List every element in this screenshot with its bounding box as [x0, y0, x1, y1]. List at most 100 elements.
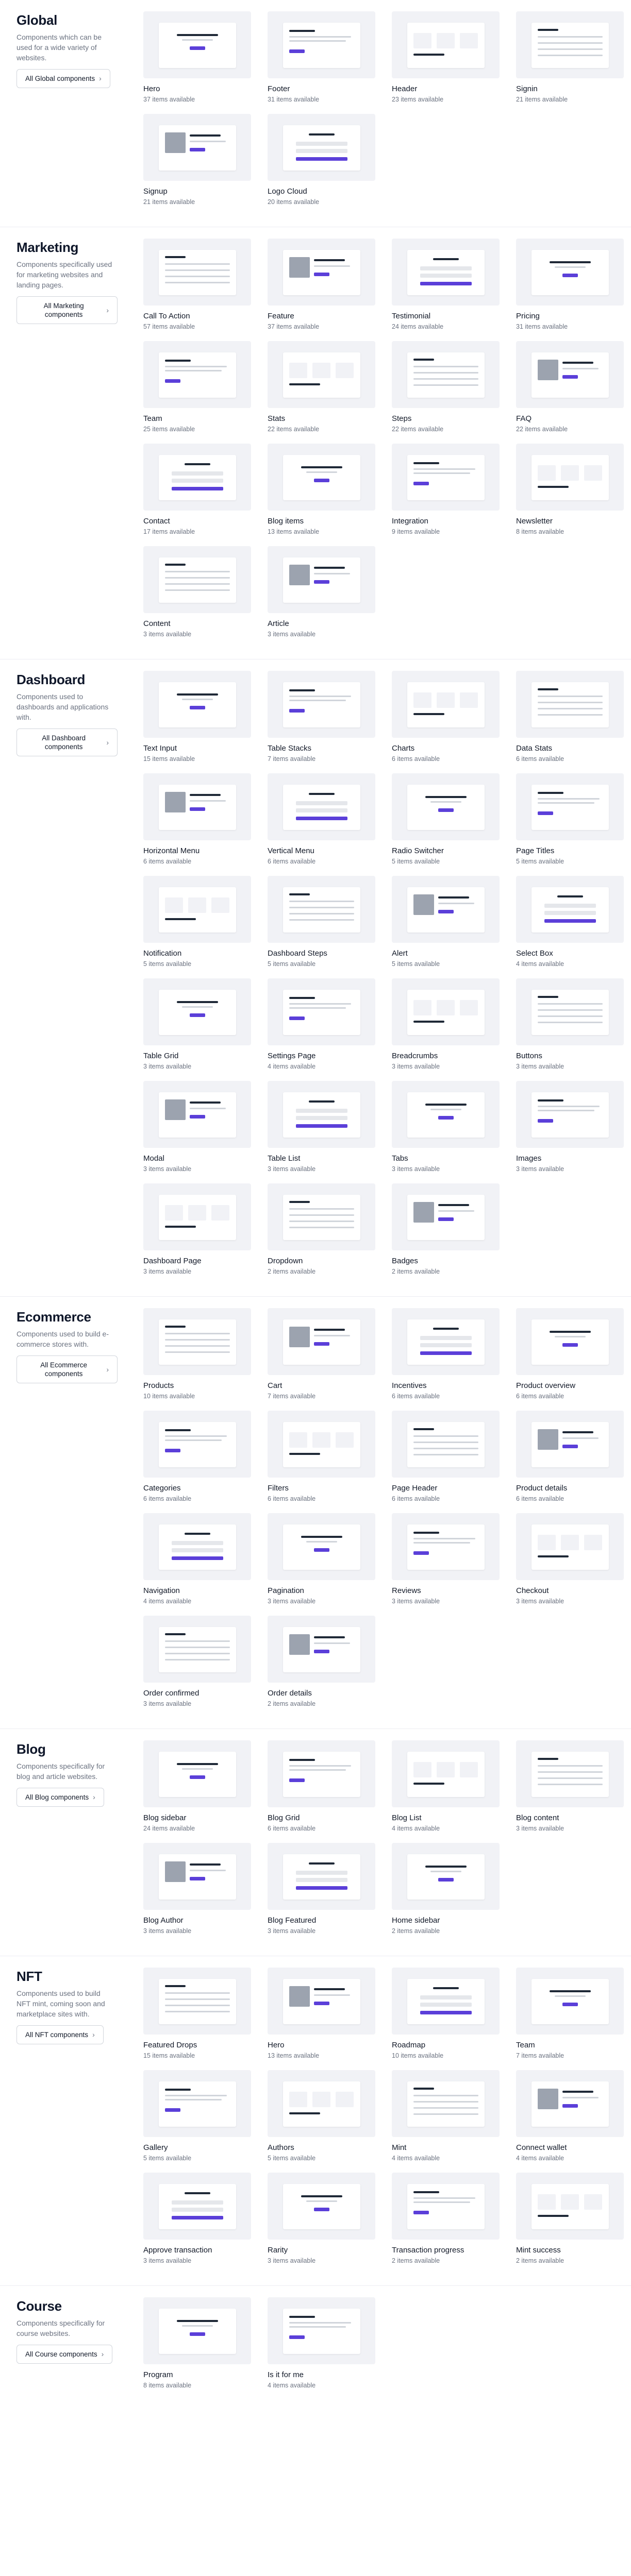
component-card-reviews[interactable]: Reviews 3 items available	[392, 1513, 500, 1605]
component-card-badges[interactable]: Badges 2 items available	[392, 1183, 500, 1276]
component-card-feature[interactable]: Feature 37 items available	[268, 239, 375, 331]
preview-line	[562, 368, 599, 369]
component-card-alert[interactable]: Alert 5 items available	[392, 876, 500, 968]
preview-window	[159, 1422, 236, 1467]
component-card-dashboard-steps[interactable]: Dashboard Steps 5 items available	[268, 876, 375, 968]
preview-primary-button	[190, 2332, 205, 2336]
component-card-tabs[interactable]: Tabs 3 items available	[392, 1081, 500, 1173]
component-card-contact[interactable]: Contact 17 items available	[143, 444, 251, 536]
component-card-authors[interactable]: Authors 5 items available	[268, 2070, 375, 2162]
component-card-blog-grid[interactable]: Blog Grid 6 items available	[268, 1740, 375, 1833]
component-card-table-stacks[interactable]: Table Stacks 7 items available	[268, 671, 375, 763]
component-card-order-details[interactable]: Order details 2 items available	[268, 1616, 375, 1708]
component-card-signup[interactable]: Signup 21 items available	[143, 114, 251, 206]
all-marketing-components-button[interactable]: All Marketing components ›	[16, 296, 118, 324]
component-card-is-it-for-me[interactable]: Is it for me 4 items available	[268, 2297, 375, 2389]
component-card-blog-author[interactable]: Blog Author 3 items available	[143, 1843, 251, 1935]
component-card-radio-switcher[interactable]: Radio Switcher 5 items available	[392, 773, 500, 866]
component-card-blog-list[interactable]: Blog List 4 items available	[392, 1740, 500, 1833]
component-card-logo-cloud[interactable]: Logo Cloud 20 items available	[268, 114, 375, 206]
component-card-notification[interactable]: Notification 5 items available	[143, 876, 251, 968]
component-card-product-overview[interactable]: Product overview 6 items available	[516, 1308, 624, 1400]
component-card-newsletter[interactable]: Newsletter 8 items available	[516, 444, 624, 536]
preview-heading	[309, 133, 335, 135]
component-card-data-stats[interactable]: Data Stats 6 items available	[516, 671, 624, 763]
component-card-hero[interactable]: Hero 37 items available	[143, 11, 251, 104]
component-card-content[interactable]: Content 3 items available	[143, 546, 251, 638]
component-card-blog-content[interactable]: Blog content 3 items available	[516, 1740, 624, 1833]
all-global-components-button[interactable]: All Global components ›	[16, 69, 110, 88]
component-count: 3 items available	[392, 1598, 440, 1605]
component-card-pagination[interactable]: Pagination 3 items available	[268, 1513, 375, 1605]
component-card-page-titles[interactable]: Page Titles 5 items available	[516, 773, 624, 866]
preview-primary-button	[562, 274, 578, 277]
component-card-featured-drops[interactable]: Featured Drops 15 items available	[143, 1968, 251, 2060]
component-card-article[interactable]: Article 3 items available	[268, 546, 375, 638]
component-card-gallery[interactable]: Gallery 5 items available	[143, 2070, 251, 2162]
component-card-blog-sidebar[interactable]: Blog sidebar 24 items available	[143, 1740, 251, 1833]
component-count: 7 items available	[268, 1393, 316, 1400]
preview-heading	[177, 1763, 218, 1765]
preview-window	[159, 1319, 236, 1365]
component-card-testimonial[interactable]: Testimonial 24 items available	[392, 239, 500, 331]
component-card-dashboard-page[interactable]: Dashboard Page 3 items available	[143, 1183, 251, 1276]
component-card-charts[interactable]: Charts 6 items available	[392, 671, 500, 763]
all-course-components-button[interactable]: All Course components ›	[16, 2345, 113, 2364]
component-card-checkout[interactable]: Checkout 3 items available	[516, 1513, 624, 1605]
component-card-roadmap[interactable]: Roadmap 10 items available	[392, 1968, 500, 2060]
component-card-mint[interactable]: Mint 4 items available	[392, 2070, 500, 2162]
component-card-team[interactable]: Team 25 items available	[143, 341, 251, 433]
component-card-text-input[interactable]: Text Input 15 items available	[143, 671, 251, 763]
component-card-navigation[interactable]: Navigation 4 items available	[143, 1513, 251, 1605]
component-card-team[interactable]: Team 7 items available	[516, 1968, 624, 2060]
all-dashboard-components-button[interactable]: All Dashboard components ›	[16, 728, 118, 756]
preview-heading	[425, 796, 467, 798]
component-card-call-to-action[interactable]: Call To Action 57 items available	[143, 239, 251, 331]
component-card-rarity[interactable]: Rarity 3 items available	[268, 2173, 375, 2265]
component-card-integration[interactable]: Integration 9 items available	[392, 444, 500, 536]
component-card-connect-wallet[interactable]: Connect wallet 4 items available	[516, 2070, 624, 2162]
component-thumbnail	[268, 978, 375, 1045]
component-card-approve-transaction[interactable]: Approve transaction 3 items available	[143, 2173, 251, 2265]
component-card-settings-page[interactable]: Settings Page 4 items available	[268, 978, 375, 1071]
component-card-home-sidebar[interactable]: Home sidebar 2 items available	[392, 1843, 500, 1935]
component-card-header[interactable]: Header 23 items available	[392, 11, 500, 104]
component-card-stats[interactable]: Stats 22 items available	[268, 341, 375, 433]
preview-line	[413, 2201, 470, 2203]
component-card-filters[interactable]: Filters 6 items available	[268, 1411, 375, 1503]
component-card-horizontal-menu[interactable]: Horizontal Menu 6 items available	[143, 773, 251, 866]
component-card-images[interactable]: Images 3 items available	[516, 1081, 624, 1173]
component-card-modal[interactable]: Modal 3 items available	[143, 1081, 251, 1173]
all-blog-components-button[interactable]: All Blog components ›	[16, 1788, 104, 1807]
component-card-incentives[interactable]: Incentives 6 items available	[392, 1308, 500, 1400]
component-card-vertical-menu[interactable]: Vertical Menu 6 items available	[268, 773, 375, 866]
component-card-order-confirmed[interactable]: Order confirmed 3 items available	[143, 1616, 251, 1708]
component-card-dropdown[interactable]: Dropdown 2 items available	[268, 1183, 375, 1276]
component-card-blog-featured[interactable]: Blog Featured 3 items available	[268, 1843, 375, 1935]
component-card-signin[interactable]: Signin 21 items available	[516, 11, 624, 104]
component-card-program[interactable]: Program 8 items available	[143, 2297, 251, 2389]
component-card-blog-items[interactable]: Blog items 13 items available	[268, 444, 375, 536]
preview-window	[532, 682, 609, 727]
component-card-buttons[interactable]: Buttons 3 items available	[516, 978, 624, 1071]
component-card-faq[interactable]: FAQ 22 items available	[516, 341, 624, 433]
preview-window	[407, 352, 485, 398]
component-card-footer[interactable]: Footer 31 items available	[268, 11, 375, 104]
all-nft-components-button[interactable]: All NFT components ›	[16, 2025, 104, 2044]
component-card-table-grid[interactable]: Table Grid 3 items available	[143, 978, 251, 1071]
component-card-categories[interactable]: Categories 6 items available	[143, 1411, 251, 1503]
component-count: 37 items available	[143, 96, 195, 103]
all-ecommerce-components-button[interactable]: All Ecommerce components ›	[16, 1355, 118, 1383]
component-card-pricing[interactable]: Pricing 31 items available	[516, 239, 624, 331]
component-card-hero[interactable]: Hero 13 items available	[268, 1968, 375, 2060]
component-card-products[interactable]: Products 10 items available	[143, 1308, 251, 1400]
component-card-select-box[interactable]: Select Box 4 items available	[516, 876, 624, 968]
component-card-table-list[interactable]: Table List 3 items available	[268, 1081, 375, 1173]
component-card-breadcrumbs[interactable]: Breadcrumbs 3 items available	[392, 978, 500, 1071]
component-card-cart[interactable]: Cart 7 items available	[268, 1308, 375, 1400]
component-card-transaction-progress[interactable]: Transaction progress 2 items available	[392, 2173, 500, 2265]
component-card-steps[interactable]: Steps 22 items available	[392, 341, 500, 433]
component-card-product-details[interactable]: Product details 6 items available	[516, 1411, 624, 1503]
component-card-page-header[interactable]: Page Header 6 items available	[392, 1411, 500, 1503]
component-card-mint-success[interactable]: Mint success 2 items available	[516, 2173, 624, 2265]
